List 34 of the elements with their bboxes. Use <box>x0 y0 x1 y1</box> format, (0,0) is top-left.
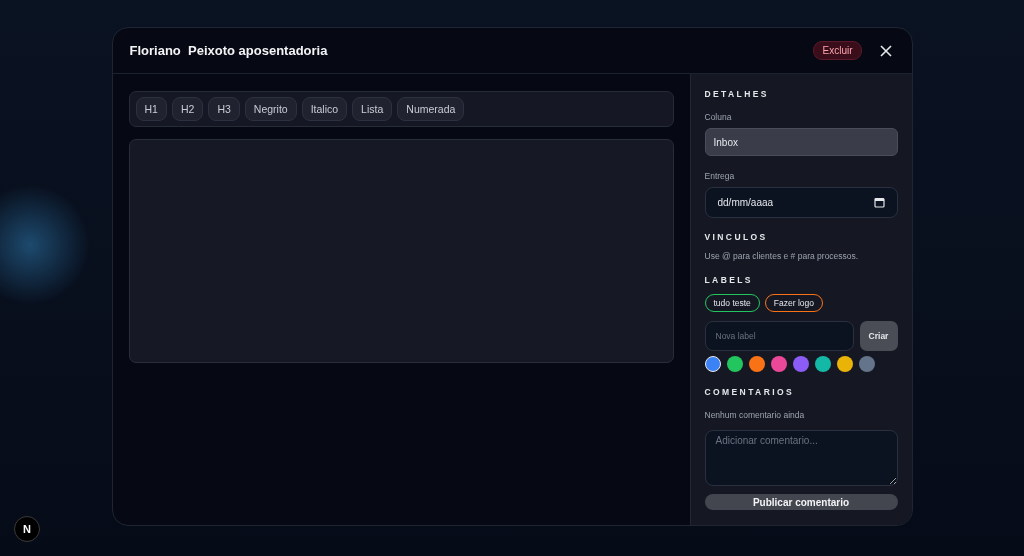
color-swatch[interactable] <box>836 356 853 372</box>
create-button[interactable]: Criar <box>859 321 898 351</box>
field-label: Entrega <box>704 171 736 181</box>
app-logo[interactable]: N <box>14 516 40 542</box>
format-button[interactable]: Numerada <box>397 97 465 121</box>
dialog-title: Floriano Peixoto aposentadoria <box>129 43 329 58</box>
format-button[interactable]: Lista <box>352 97 393 121</box>
section-heading: COMENTARIOS <box>704 387 796 397</box>
section-heading: LABELS <box>704 275 754 285</box>
color-swatch[interactable] <box>858 356 875 372</box>
section-heading: DETALHES <box>704 89 770 99</box>
color-swatch[interactable] <box>792 356 809 372</box>
color-swatch[interactable] <box>814 356 831 372</box>
empty-comments-text: Nenhum comentario ainda <box>704 410 806 420</box>
links-hint: Use @ para clientes e # para processos. <box>704 251 860 261</box>
close-icon[interactable] <box>879 44 892 57</box>
color-swatch[interactable] <box>748 356 765 372</box>
color-swatch[interactable] <box>770 356 787 372</box>
format-button[interactable]: Negrito <box>244 97 297 121</box>
new-label-field[interactable]: Nova label <box>704 321 854 351</box>
format-button[interactable]: H1 <box>135 97 167 121</box>
color-swatch[interactable] <box>704 356 721 372</box>
publish-button[interactable]: Publicar comentario <box>704 494 898 510</box>
date-field[interactable]: dd/mm/aaaa <box>704 187 898 218</box>
delete-button[interactable]: Excluir <box>813 41 862 60</box>
format-button[interactable]: H3 <box>208 97 240 121</box>
format-button[interactable]: Italico <box>301 97 348 121</box>
color-swatch[interactable] <box>726 356 743 372</box>
comment-field[interactable]: Adicionar comentario... <box>704 430 898 486</box>
column-select[interactable]: Inbox <box>704 128 898 156</box>
field-label: Coluna <box>704 112 733 122</box>
section-heading: VINCULOS <box>704 232 769 242</box>
calendar-icon[interactable] <box>873 197 885 208</box>
format-button[interactable]: H2 <box>171 97 204 121</box>
